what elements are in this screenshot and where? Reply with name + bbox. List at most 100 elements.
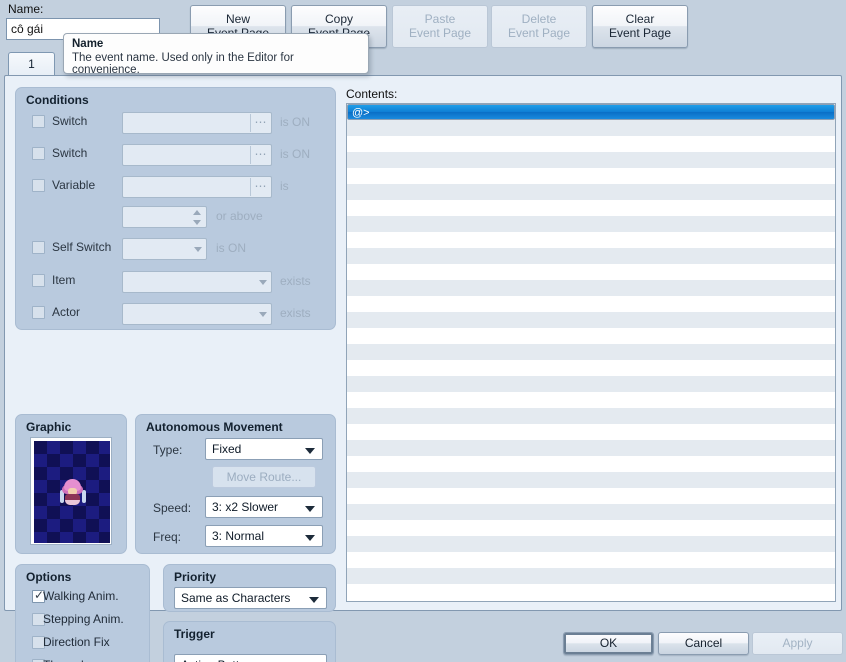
condition-variable-suffix: is <box>280 179 289 193</box>
condition-switch1-checkbox[interactable] <box>32 115 45 128</box>
graphic-group: Graphic <box>15 414 127 554</box>
delete-event-page-label-line2: Event Page <box>507 26 571 40</box>
event-command-row[interactable] <box>347 568 835 584</box>
options-title: Options <box>26 570 72 584</box>
event-command-row[interactable] <box>347 328 835 344</box>
condition-variable-value-suffix: or above <box>216 209 263 223</box>
spinner-icon[interactable] <box>193 209 203 226</box>
condition-self-switch-select[interactable] <box>122 238 207 260</box>
event-command-row[interactable] <box>347 344 835 360</box>
movement-speed-value: 3: x2 Slower <box>212 500 279 514</box>
condition-actor-checkbox[interactable] <box>32 306 45 319</box>
autonomous-movement-title: Autonomous Movement <box>146 420 283 434</box>
tab-page-1[interactable]: 1 <box>8 52 55 76</box>
event-command-row[interactable] <box>347 184 835 200</box>
contents-label: Contents: <box>346 87 398 101</box>
event-command-row[interactable] <box>347 488 835 504</box>
new-event-page-label-line1: New <box>225 12 250 26</box>
event-command-row[interactable] <box>347 120 835 136</box>
browse-icon[interactable]: ⋯ <box>250 178 270 196</box>
trigger-select[interactable]: Action Button <box>174 654 327 662</box>
movement-type-label: Type: <box>153 443 183 457</box>
condition-item-checkbox[interactable] <box>32 274 45 287</box>
condition-switch2-suffix: is ON <box>280 147 310 161</box>
clear-event-page-button[interactable]: Clear Event Page <box>592 5 688 48</box>
event-command-row[interactable] <box>347 360 835 376</box>
event-command-row[interactable] <box>347 456 835 472</box>
event-command-row[interactable] <box>347 168 835 184</box>
event-command-row[interactable] <box>347 472 835 488</box>
condition-switch1-label: Switch <box>52 114 88 128</box>
chevron-down-icon <box>305 506 315 512</box>
priority-group: Priority Same as Characters <box>163 564 336 612</box>
graphic-title: Graphic <box>26 420 72 434</box>
event-commands-list[interactable]: @> <box>346 103 836 602</box>
event-command-row[interactable] <box>347 200 835 216</box>
move-route-button: Move Route... <box>212 466 316 488</box>
conditions-group: Conditions Switch ⋯ is ON Switch ⋯ is ON <box>15 87 336 330</box>
event-command-row[interactable] <box>347 280 835 296</box>
event-command-row[interactable] <box>347 232 835 248</box>
trigger-value: Action Button <box>181 658 252 662</box>
browse-icon[interactable]: ⋯ <box>250 146 270 164</box>
autonomous-movement-group: Autonomous Movement Type: Fixed Move Rou… <box>135 414 336 554</box>
chevron-down-icon <box>194 247 202 252</box>
event-command-row[interactable] <box>347 264 835 280</box>
name-field-tooltip: Name The event name. Used only in the Ed… <box>63 33 369 76</box>
movement-freq-value: 3: Normal <box>212 529 265 543</box>
paste-event-page-label-line2: Event Page <box>408 26 472 40</box>
movement-speed-label: Speed: <box>153 501 192 515</box>
condition-variable-value-stepper[interactable] <box>122 206 207 228</box>
event-command-row[interactable] <box>347 296 835 312</box>
chevron-down-icon <box>305 448 315 454</box>
tooltip-title: Name <box>72 38 104 50</box>
browse-icon[interactable]: ⋯ <box>250 114 270 132</box>
condition-switch2-field[interactable]: ⋯ <box>122 144 272 166</box>
options-group: Options Walking Anim. Stepping Anim. Dir… <box>15 564 150 662</box>
event-command-row[interactable] <box>347 312 835 328</box>
condition-actor-select[interactable] <box>122 303 272 325</box>
paste-event-page-button: Paste Event Page <box>392 5 488 48</box>
conditions-title: Conditions <box>26 93 89 107</box>
event-command-row[interactable] <box>347 248 835 264</box>
movement-freq-select[interactable]: 3: Normal <box>205 525 323 547</box>
event-command-row-selected[interactable]: @> <box>347 104 835 120</box>
event-command-row[interactable] <box>347 392 835 408</box>
graphic-preview-button[interactable] <box>30 437 112 545</box>
ok-button[interactable]: OK <box>563 632 654 655</box>
event-command-row[interactable] <box>347 136 835 152</box>
event-command-row[interactable] <box>347 424 835 440</box>
character-sprite-preview <box>34 441 110 543</box>
movement-speed-select[interactable]: 3: x2 Slower <box>205 496 323 518</box>
movement-type-select[interactable]: Fixed <box>205 438 323 460</box>
condition-switch2-checkbox[interactable] <box>32 147 45 160</box>
event-command-row[interactable] <box>347 440 835 456</box>
trigger-title: Trigger <box>174 627 215 641</box>
event-page-panel: Conditions Switch ⋯ is ON Switch ⋯ is ON <box>4 75 842 662</box>
condition-variable-checkbox[interactable] <box>32 179 45 192</box>
priority-select[interactable]: Same as Characters <box>174 587 327 609</box>
option-through-label: Through <box>43 658 88 662</box>
event-command-row[interactable] <box>347 536 835 552</box>
event-command-row[interactable] <box>347 408 835 424</box>
condition-switch1-field[interactable]: ⋯ <box>122 112 272 134</box>
condition-item-select[interactable] <box>122 271 272 293</box>
move-route-label: Move Route... <box>226 470 302 484</box>
chevron-down-icon <box>305 535 315 541</box>
event-command-row[interactable] <box>347 152 835 168</box>
chevron-down-icon <box>309 597 319 603</box>
trigger-group: Trigger Action Button <box>163 621 336 662</box>
condition-self-switch-checkbox[interactable] <box>32 241 45 254</box>
name-label: Name: <box>8 2 44 16</box>
event-command-row[interactable] <box>347 520 835 536</box>
tooltip-body: The event name. Used only in the Editor … <box>72 52 294 76</box>
event-command-row[interactable] <box>347 504 835 520</box>
event-command-row[interactable] <box>347 552 835 568</box>
condition-variable-field[interactable]: ⋯ <box>122 176 272 198</box>
event-command-row[interactable] <box>347 216 835 232</box>
event-command-row[interactable] <box>347 376 835 392</box>
priority-value: Same as Characters <box>181 591 291 605</box>
clear-event-page-label-line1: Clear <box>625 12 655 26</box>
cancel-button[interactable]: Cancel <box>658 632 749 655</box>
option-walking-anim-label: Walking Anim. <box>43 589 119 603</box>
